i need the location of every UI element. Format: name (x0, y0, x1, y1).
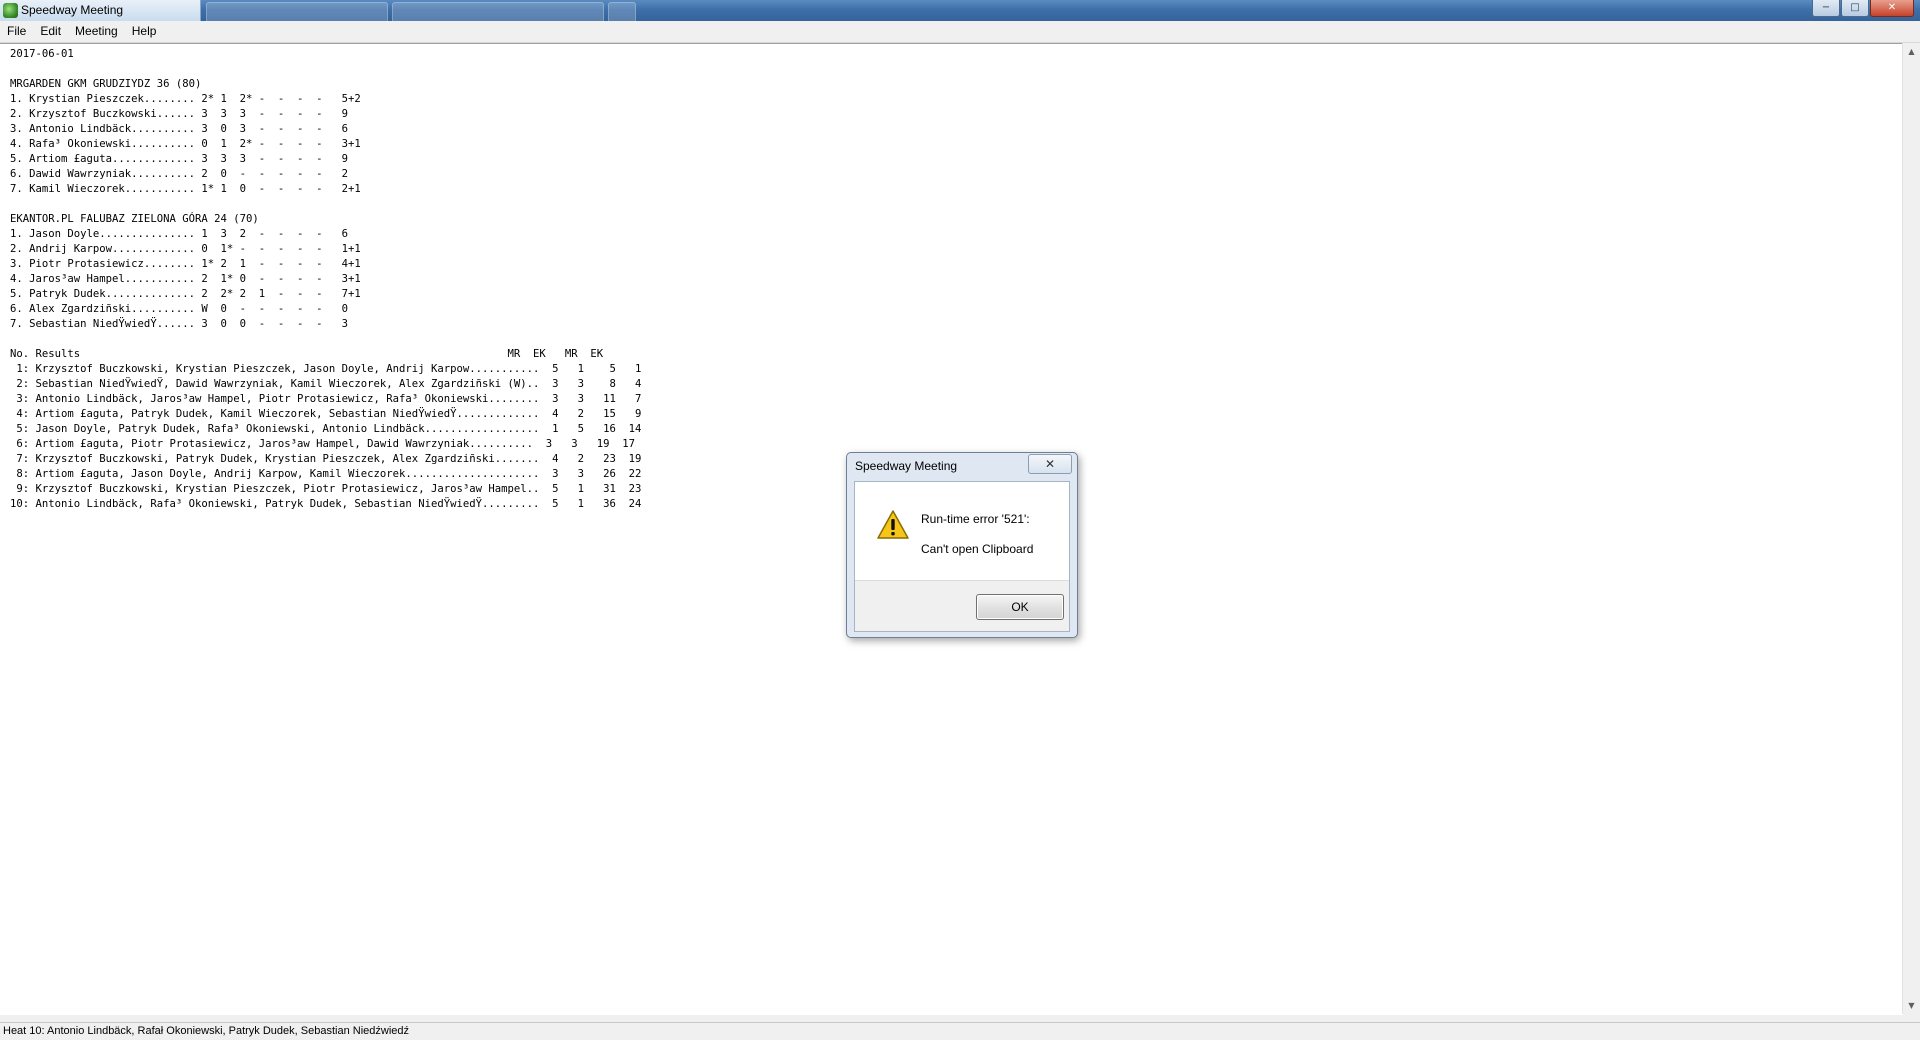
menu-file[interactable]: File (0, 21, 33, 42)
app-window: Speedway Meeting − □ ✕ File Edit Meeting… (0, 0, 1920, 1040)
text-line: 2017-06-01 (10, 48, 74, 60)
error-dialog: Speedway Meeting ✕ Run-time error '521':… (846, 452, 1078, 638)
text-line: No. Results MR EK MR EK (10, 348, 604, 360)
scrollbar-corner (1903, 1014, 1920, 1022)
text-line: 1. Krystian Pieszczek........ 2* 1 2* - … (10, 93, 361, 105)
text-line: EKANTOR.PL FALUBAZ ZIELONA GÓRA 24 (70) (10, 213, 259, 225)
dialog-close-button[interactable]: ✕ (1028, 454, 1072, 474)
menu-help[interactable]: Help (125, 21, 164, 42)
menu-edit[interactable]: Edit (33, 21, 68, 42)
text-line: 10: Antonio Lindbäck, Rafa³ Okoniewski, … (10, 498, 642, 510)
window-controls: − □ ✕ (1811, 0, 1914, 18)
dialog-body: Run-time error '521': Can't open Clipboa… (854, 481, 1070, 632)
text-line: 7: Krzysztof Buczkowski, Patryk Dudek, K… (10, 453, 642, 465)
text-line: 4. Jaros³aw Hampel........... 2 1* 0 - -… (10, 273, 361, 285)
scroll-up-icon[interactable]: ▲ (1903, 43, 1920, 60)
menu-bar: File Edit Meeting Help (0, 21, 1920, 43)
text-line: 3: Antonio Lindbäck, Jaros³aw Hampel, Pi… (10, 393, 642, 405)
app-icon[interactable] (3, 3, 18, 18)
text-line: 5. Patryk Dudek.............. 2 2* 2 1 -… (10, 288, 361, 300)
menu-meeting[interactable]: Meeting (68, 21, 125, 42)
text-line: 2. Andrij Karpow............. 0 1* - - -… (10, 243, 361, 255)
text-line: 2: Sebastian NiedŸwiedŸ, Dawid Wawrzynia… (10, 378, 642, 390)
text-line: 1: Krzysztof Buczkowski, Krystian Pieszc… (10, 363, 642, 375)
text-line: 6: Artiom £aguta, Piotr Protasiewicz, Ja… (10, 438, 636, 450)
text-line: 9: Krzysztof Buczkowski, Krystian Pieszc… (10, 483, 642, 495)
dialog-title: Speedway Meeting (855, 459, 958, 473)
text-line: 4: Artiom £aguta, Patryk Dudek, Kamil Wi… (10, 408, 642, 420)
text-line: 4. Rafa³ Okoniewski.......... 0 1 2* - -… (10, 138, 361, 150)
scroll-down-icon[interactable]: ▼ (1903, 997, 1920, 1014)
meeting-report-text: 2017-06-01 MRGARDEN GKM GRUDZIYDZ 36 (80… (0, 44, 1903, 512)
title-bar[interactable]: Speedway Meeting − □ ✕ (0, 0, 1920, 22)
background-tab[interactable] (608, 2, 636, 22)
text-line: 3. Piotr Protasiewicz........ 1* 2 1 - -… (10, 258, 361, 270)
warning-icon (877, 510, 909, 539)
text-line: 7. Sebastian NiedŸwiedŸ...... 3 0 0 - - … (10, 318, 349, 330)
text-line: 6. Alex Zgardziñski.......... W 0 - - - … (10, 303, 349, 315)
status-text: Heat 10: Antonio Lindbäck, Rafał Okoniew… (3, 1025, 409, 1037)
text-line: 2. Krzysztof Buczkowski...... 3 3 3 - - … (10, 108, 349, 120)
text-line: 3. Antonio Lindbäck.......... 3 0 3 - - … (10, 123, 349, 135)
text-line: 6. Dawid Wawrzyniak.......... 2 0 - - - … (10, 168, 349, 180)
text-line: 7. Kamil Wieczorek........... 1* 1 0 - -… (10, 183, 361, 195)
maximize-button[interactable]: □ (1841, 0, 1869, 17)
text-line: 5: Jason Doyle, Patryk Dudek, Rafa³ Okon… (10, 423, 642, 435)
ok-button[interactable]: OK (976, 594, 1064, 620)
text-line: 1. Jason Doyle............... 1 3 2 - - … (10, 228, 349, 240)
close-button[interactable]: ✕ (1870, 0, 1914, 17)
text-line: 8: Artiom £aguta, Jason Doyle, Andrij Ka… (10, 468, 642, 480)
window-title: Speedway Meeting (21, 3, 124, 17)
error-detail: Can't open Clipboard (921, 542, 1034, 556)
minimize-button[interactable]: − (1812, 0, 1840, 17)
background-tab[interactable] (392, 2, 604, 22)
error-message: Run-time error '521': (921, 512, 1030, 526)
dialog-footer: OK (855, 580, 1069, 631)
text-line: 5. Artiom £aguta............. 3 3 3 - - … (10, 153, 349, 165)
vertical-scrollbar[interactable]: ▲ ▼ (1902, 43, 1920, 1014)
background-tab[interactable] (206, 2, 388, 22)
status-bar: Heat 10: Antonio Lindbäck, Rafał Okoniew… (0, 1022, 1920, 1040)
text-line: MRGARDEN GKM GRUDZIYDZ 36 (80) (10, 78, 202, 90)
